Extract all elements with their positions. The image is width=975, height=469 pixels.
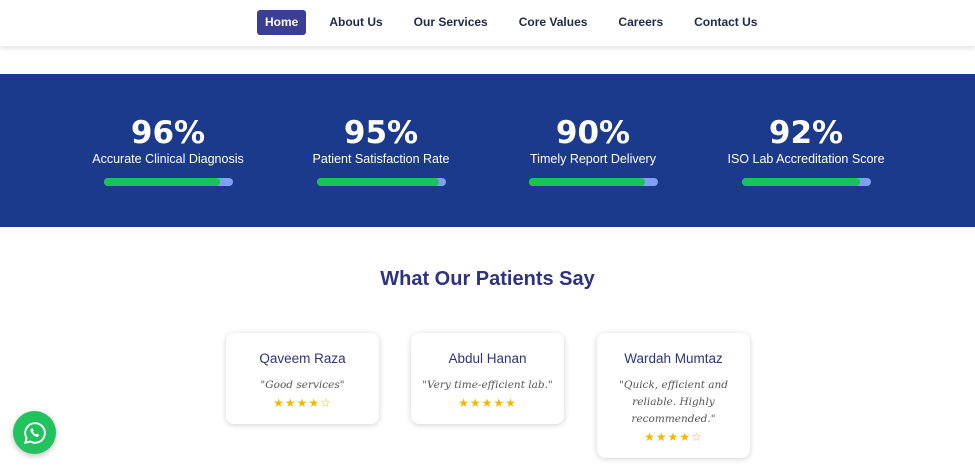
- testimonial-name: Abdul Hanan: [448, 351, 527, 366]
- star-empty-icon: ☆: [320, 396, 332, 410]
- progress-bar-fill: [103, 178, 220, 186]
- star-filled-icon: ★: [493, 396, 506, 410]
- stat-label: Patient Satisfaction Rate: [312, 152, 450, 166]
- testimonial-name: Wardah Mumtaz: [624, 351, 723, 366]
- stat-label: Timely Report Delivery: [530, 152, 656, 166]
- stat-card: 96% Accurate Clinical Diagnosis: [58, 116, 278, 186]
- whatsapp-icon: [23, 421, 46, 444]
- stats-section: 96% Accurate Clinical Diagnosis 95% Pati…: [0, 74, 975, 227]
- progress-bar: [103, 178, 233, 186]
- nav-menu: Home About Us Our Services Core Values C…: [257, 10, 780, 35]
- stat-label: Accurate Clinical Diagnosis: [92, 152, 244, 166]
- star-rating: ★★★★☆: [236, 396, 369, 410]
- star-filled-icon: ★: [273, 396, 285, 410]
- star-rating: ★★★★☆: [619, 430, 728, 444]
- testimonial-quote: "Good services": [260, 379, 345, 391]
- stat-value: 96%: [130, 115, 206, 151]
- nav-item-careers[interactable]: Careers: [610, 10, 671, 35]
- star-filled-icon: ★: [458, 396, 470, 410]
- top-navbar: Home About Us Our Services Core Values C…: [0, 0, 975, 46]
- nav-item-home[interactable]: Home: [257, 10, 307, 35]
- testimonial-card: Wardah Mumtaz "Quick, efficient and reli…: [597, 333, 750, 458]
- testimonial-quote: "Very time-efficient lab.": [422, 379, 553, 391]
- nav-item-core-values[interactable]: Core Values: [511, 10, 596, 35]
- star-filled-icon: ★: [296, 396, 309, 410]
- progress-bar-fill: [316, 178, 440, 186]
- star-rating: ★★★★★: [421, 396, 554, 410]
- star-filled-icon: ★: [284, 396, 297, 410]
- testimonial-card: Qaveem Raza "Good services" ★★★★☆: [226, 333, 379, 424]
- nav-item-contact-us[interactable]: Contact Us: [686, 10, 765, 35]
- testimonials-title: What Our Patients Say: [380, 268, 595, 290]
- nav-item-about-us[interactable]: About Us: [321, 10, 390, 35]
- stat-label: ISO Lab Accreditation Score: [727, 152, 885, 166]
- testimonial-name: Qaveem Raza: [259, 351, 346, 366]
- star-filled-icon: ★: [481, 396, 494, 410]
- testimonial-card: Abdul Hanan "Very time-efficient lab." ★…: [411, 333, 564, 424]
- star-filled-icon: ★: [655, 430, 668, 444]
- nav-item-our-services[interactable]: Our Services: [406, 10, 496, 35]
- progress-bar: [528, 178, 658, 186]
- stat-card: 90% Timely Report Delivery: [483, 116, 703, 186]
- star-empty-icon: ☆: [691, 430, 703, 444]
- whatsapp-button[interactable]: [13, 411, 56, 454]
- progress-bar: [741, 178, 871, 186]
- star-filled-icon: ★: [469, 396, 482, 410]
- testimonial-quote: "Quick, efficient and reliable. Highly r…: [619, 379, 729, 425]
- stat-value: 95%: [343, 115, 419, 151]
- stat-value: 90%: [555, 115, 631, 151]
- star-filled-icon: ★: [644, 430, 656, 444]
- progress-bar-fill: [528, 178, 645, 186]
- star-filled-icon: ★: [505, 396, 517, 410]
- progress-bar-fill: [741, 178, 861, 186]
- progress-bar: [316, 178, 446, 186]
- star-filled-icon: ★: [667, 430, 680, 444]
- stat-value: 92%: [768, 115, 844, 151]
- star-filled-icon: ★: [679, 430, 692, 444]
- stat-card: 92% ISO Lab Accreditation Score: [696, 116, 916, 186]
- star-filled-icon: ★: [308, 396, 321, 410]
- stat-card: 95% Patient Satisfaction Rate: [271, 116, 491, 186]
